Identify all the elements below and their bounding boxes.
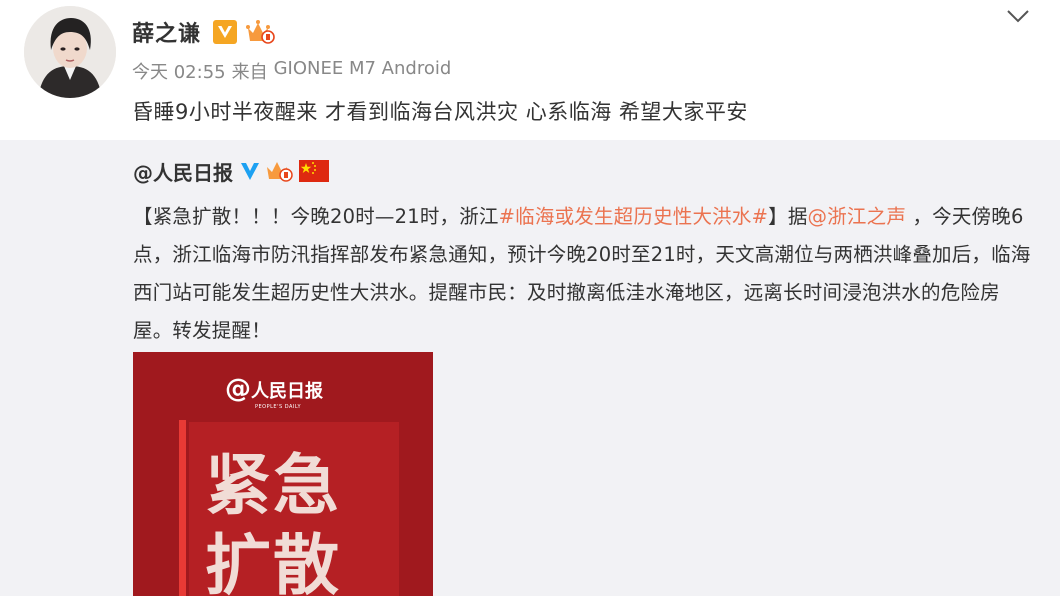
peoples-daily-logo: @人民日报 PEOPLE'S DAILY — [225, 374, 323, 410]
orig-post-text: 【紧急扩散！！！今晚20时—21时，浙江#临海或发生超历史性大洪水#】据@浙江之… — [133, 198, 1033, 350]
post-text: 昏睡9小时半夜醒来 才看到临海台风洪灾 心系临海 希望大家平安 — [132, 100, 748, 124]
accent-bar — [179, 420, 186, 596]
logo-at: @ — [225, 374, 251, 404]
image-headline-2: 扩散 — [205, 527, 341, 596]
orange-v-icon — [213, 20, 238, 44]
repost-container: @人民日报 【紧急扩散！！！今晚20时—21时，浙江#临海或发生超历史性大洪水#… — [0, 140, 1060, 596]
chevron-down-icon[interactable] — [1002, 4, 1034, 28]
orig-text-part-1: 【紧急扩散！！！今晚20时—21时，浙江 — [133, 205, 499, 228]
hashtag-link[interactable]: #临海或发生超历史性大洪水# — [499, 205, 768, 228]
logo-subtitle: PEOPLE'S DAILY — [255, 404, 302, 410]
orig-text-part-2: 】据 — [768, 205, 808, 228]
blue-v-icon — [239, 160, 261, 182]
author-name[interactable]: 薛之谦 — [132, 16, 201, 48]
orig-author-row: @人民日报 — [133, 156, 329, 186]
post-header: 薛之谦 今天 02:55 来自 GIONEE M7 Android 昏睡9小时半… — [0, 0, 1060, 140]
author-row: 薛之谦 — [132, 14, 275, 50]
post-meta: 今天 02:55 来自 GIONEE M7 Android — [132, 58, 451, 84]
crown-icon — [265, 159, 293, 183]
post-time[interactable]: 今天 02:55 — [132, 58, 226, 84]
mention-link[interactable]: @浙江之声 — [808, 205, 907, 228]
post-source: GIONEE M7 Android — [273, 58, 452, 79]
orig-author-name[interactable]: @人民日报 — [133, 157, 233, 186]
source-prefix: 来自 — [231, 62, 268, 83]
crown-icon — [245, 19, 275, 45]
avatar[interactable] — [24, 6, 116, 98]
attached-image[interactable]: @人民日报 PEOPLE'S DAILY 紧急 扩散 — [133, 352, 433, 596]
logo-name: 人民日报 — [251, 381, 323, 402]
china-flag-icon — [299, 160, 329, 182]
